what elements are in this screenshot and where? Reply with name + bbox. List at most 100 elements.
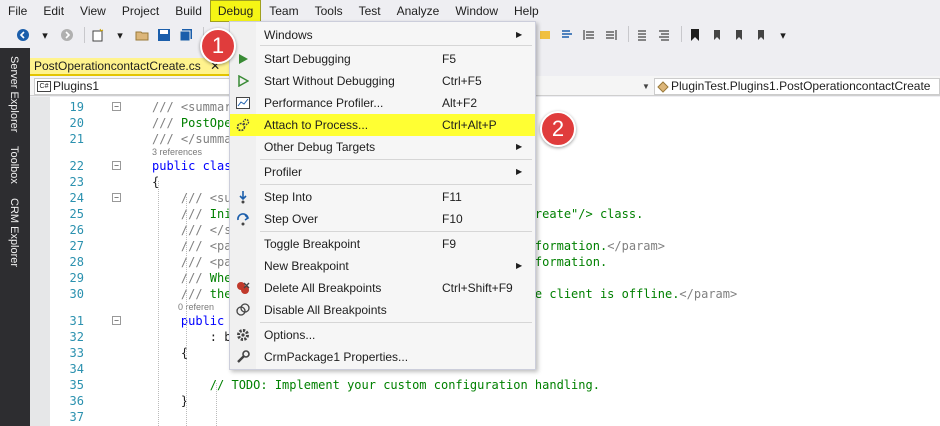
dropdown-arrow-icon[interactable]: ▾ bbox=[36, 26, 54, 44]
menu-item-attach-to-process[interactable]: Attach to Process... Ctrl+Alt+P bbox=[230, 114, 535, 136]
document-tab[interactable]: PostOperationcontactCreate.cs ✕ bbox=[30, 58, 230, 76]
list-icon[interactable] bbox=[633, 26, 651, 44]
menu-help[interactable]: Help bbox=[506, 0, 547, 22]
code-token: PostOpe bbox=[180, 116, 232, 130]
references-label[interactable]: 3 references bbox=[152, 147, 202, 157]
outdent-icon[interactable] bbox=[602, 26, 620, 44]
menu-team[interactable]: Team bbox=[261, 0, 306, 22]
menu-build[interactable]: Build bbox=[167, 0, 210, 22]
disable-breakpoints-icon bbox=[235, 303, 251, 317]
code-text: // TODO: Implement your custom configura… bbox=[152, 377, 600, 393]
line-number: 37 bbox=[69, 410, 84, 424]
save-icon[interactable] bbox=[155, 26, 173, 44]
code-token: : b bbox=[152, 330, 232, 344]
line-number: 23 bbox=[69, 175, 84, 189]
debug-menu: Windows ▶ Start Debugging F5 Start Without D… bbox=[229, 21, 536, 370]
menu-analyze[interactable]: Analyze bbox=[389, 0, 448, 22]
menu-edit[interactable]: Edit bbox=[35, 0, 72, 22]
menu-item-options[interactable]: Options... bbox=[230, 324, 535, 346]
menu-item-crmpackage1-properties[interactable]: CrmPackage1 Properties... bbox=[230, 346, 535, 368]
crm-explorer-tab[interactable]: CRM Explorer bbox=[8, 198, 20, 267]
code-token: /// bbox=[152, 116, 181, 130]
menu-separator bbox=[260, 231, 532, 232]
code-line: 36 } bbox=[30, 393, 940, 409]
menu-item-start-debugging[interactable]: Start Debugging F5 bbox=[230, 48, 535, 70]
align-icon[interactable] bbox=[655, 26, 673, 44]
delete-breakpoints-icon bbox=[235, 281, 251, 295]
menu-test[interactable]: Test bbox=[351, 0, 389, 22]
menu-item-label: Delete All Breakpoints bbox=[264, 281, 382, 295]
menu-separator bbox=[260, 159, 532, 160]
menu-item-label: Options... bbox=[264, 328, 316, 342]
comment-icon[interactable] bbox=[558, 26, 576, 44]
forward-icon[interactable] bbox=[58, 26, 76, 44]
code-token: /// </summa bbox=[152, 132, 232, 146]
menu-item-shortcut: Ctrl+F5 bbox=[442, 74, 482, 88]
collapse-icon[interactable]: − bbox=[112, 316, 121, 325]
step-into-icon bbox=[235, 190, 251, 204]
clear-bookmarks-icon[interactable] bbox=[752, 26, 770, 44]
code-line: 35 // TODO: Implement your custom config… bbox=[30, 377, 940, 393]
project-dropdown[interactable]: C# Plugins1 bbox=[34, 78, 234, 95]
line-number: 20 bbox=[69, 116, 84, 130]
document-tab-title: PostOperationcontactCreate.cs bbox=[34, 59, 201, 73]
menu-item-other-debug-targets[interactable]: Other Debug Targets ▶ bbox=[230, 136, 535, 158]
menu-debug[interactable]: Debug bbox=[209, 0, 262, 22]
toolbar-overflow-icon[interactable]: ▾ bbox=[774, 26, 792, 44]
line-number: 34 bbox=[69, 362, 84, 376]
references-label[interactable]: 0 referen bbox=[178, 302, 214, 312]
code-token: clas bbox=[202, 159, 232, 173]
code-token: /// <summar bbox=[152, 100, 232, 114]
gears-icon bbox=[235, 118, 251, 132]
type-dropdown[interactable]: PluginTest.Plugins1.PostOperationcontact… bbox=[654, 78, 940, 95]
line-number: 22 bbox=[69, 159, 84, 173]
menu-item-step-into[interactable]: Step Into F11 bbox=[230, 186, 535, 208]
menu-item-disable-all-breakpoints[interactable]: Disable All Breakpoints bbox=[230, 299, 535, 321]
line-number: 33 bbox=[69, 346, 84, 360]
dropdown-arrow-icon[interactable]: ▾ bbox=[111, 26, 129, 44]
menu-item-label: Profiler bbox=[264, 165, 303, 179]
new-project-icon[interactable] bbox=[89, 26, 107, 44]
toolbox-tab[interactable]: Toolbox bbox=[8, 146, 20, 184]
submenu-arrow-icon: ▶ bbox=[516, 261, 523, 270]
menu-item-performance-profiler[interactable]: Performance Profiler... Alt+F2 bbox=[230, 92, 535, 114]
menu-window[interactable]: Window bbox=[447, 0, 506, 22]
collapse-icon[interactable]: − bbox=[112, 102, 121, 111]
code-token: /// <pa bbox=[152, 255, 232, 269]
menu-item-toggle-breakpoint[interactable]: Toggle Breakpoint F9 bbox=[230, 233, 535, 255]
menu-item-windows[interactable]: Windows ▶ bbox=[230, 24, 535, 46]
menu-bar: File Edit View Project Build Debug Team Tools Te… bbox=[0, 0, 940, 22]
menu-project[interactable]: Project bbox=[114, 0, 167, 22]
collapse-icon[interactable]: − bbox=[112, 161, 121, 170]
line-number: 27 bbox=[69, 239, 84, 253]
menu-item-step-over[interactable]: Step Over F10 bbox=[230, 208, 535, 230]
prev-bookmark-icon[interactable] bbox=[708, 26, 726, 44]
open-folder-icon[interactable] bbox=[133, 26, 151, 44]
back-icon[interactable] bbox=[14, 26, 32, 44]
server-explorer-tab[interactable]: Server Explorer bbox=[8, 56, 20, 132]
menu-item-start-without-debugging[interactable]: Start Without Debugging Ctrl+F5 bbox=[230, 70, 535, 92]
find-icon[interactable] bbox=[536, 26, 554, 44]
menu-separator bbox=[260, 45, 532, 46]
menu-separator bbox=[260, 184, 532, 185]
save-all-icon[interactable] bbox=[177, 26, 195, 44]
class-icon bbox=[657, 81, 669, 94]
menu-item-label: Start Debugging bbox=[264, 52, 351, 66]
menu-view[interactable]: View bbox=[72, 0, 114, 22]
menu-item-new-breakpoint[interactable]: New Breakpoint ▶ bbox=[230, 255, 535, 277]
indent-icon[interactable] bbox=[580, 26, 598, 44]
menu-item-shortcut: F11 bbox=[442, 190, 462, 204]
callout-badge-1: 1 bbox=[200, 28, 236, 64]
menu-item-profiler[interactable]: Profiler ▶ bbox=[230, 161, 535, 183]
bookmark-icon[interactable] bbox=[686, 26, 704, 44]
menu-item-delete-all-breakpoints[interactable]: Delete All Breakpoints Ctrl+Shift+F9 bbox=[230, 277, 535, 299]
line-number: 30 bbox=[69, 287, 84, 301]
collapse-icon[interactable]: − bbox=[112, 193, 121, 202]
next-bookmark-icon[interactable] bbox=[730, 26, 748, 44]
indent-guide bbox=[158, 181, 159, 426]
menu-file[interactable]: File bbox=[0, 0, 35, 22]
line-number: 29 bbox=[69, 271, 84, 285]
menu-tools[interactable]: Tools bbox=[307, 0, 351, 22]
line-number: 19 bbox=[69, 100, 84, 114]
chevron-down-icon[interactable]: ▼ bbox=[640, 78, 652, 95]
